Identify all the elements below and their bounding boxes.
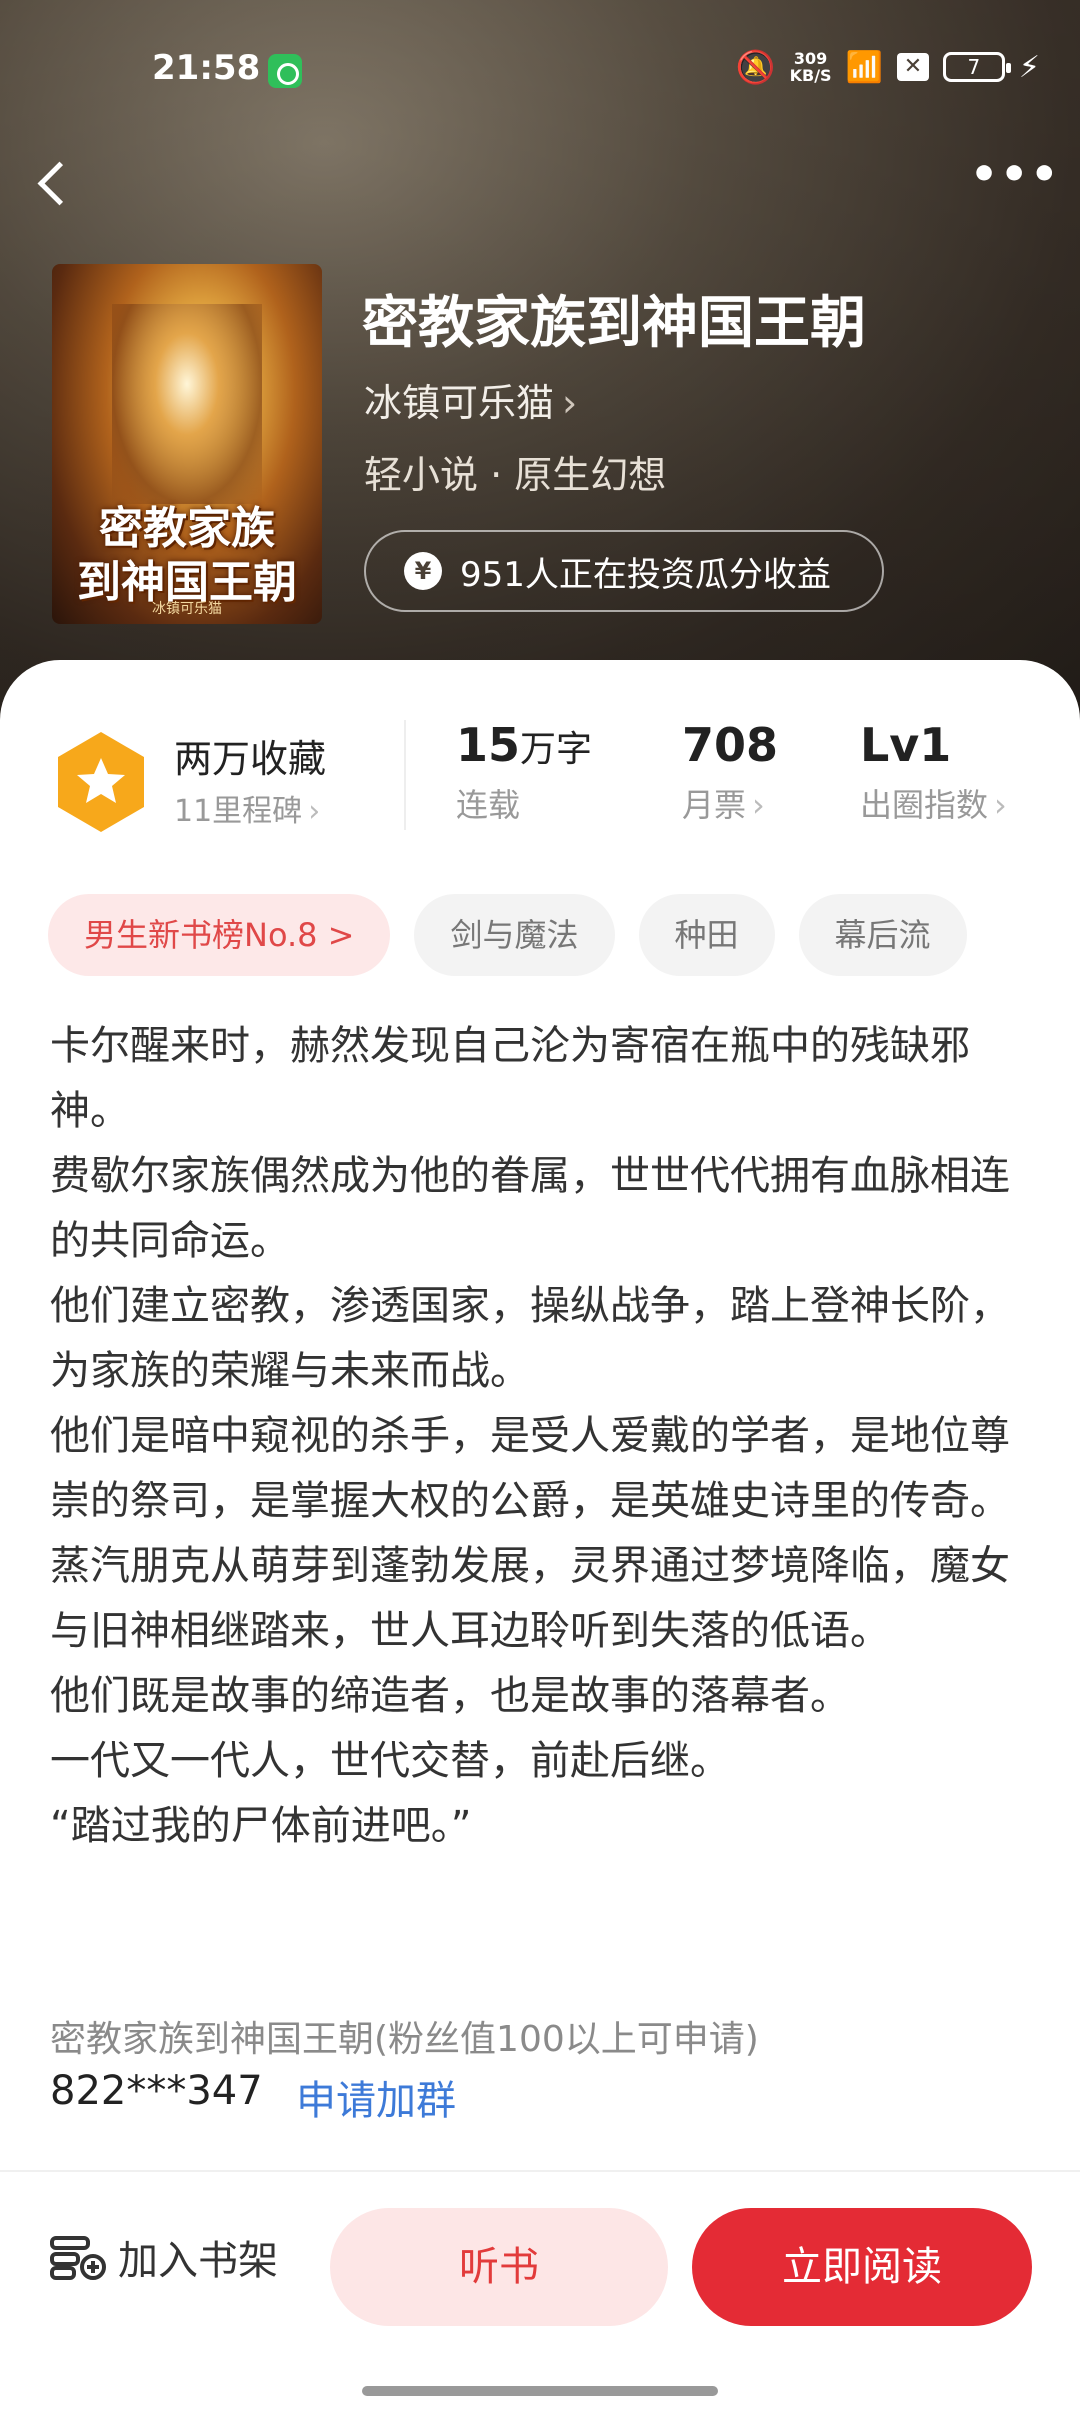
book-description: 卡尔醒来时，赫然发现自己沦为寄宿在瓶中的残缺邪神。 费歇尔家族偶然成为他的眷属，… xyxy=(50,1014,1010,1859)
book-cover[interactable]: 密教家族 到神国王朝 冰镇可乐猫 xyxy=(52,264,322,624)
read-now-button[interactable]: 立即阅读 xyxy=(692,2208,1032,2326)
monthly-votes: 708 xyxy=(682,718,779,772)
description-paragraph: 他们建立密教，渗透国家，操纵战争，踏上登神长阶，为家族的荣耀与未来而战。 xyxy=(50,1283,1010,1394)
chevron-right-icon: › xyxy=(562,381,578,425)
clock: 21:58 xyxy=(152,48,261,88)
bookshelf-add-icon xyxy=(50,2236,106,2280)
invest-label: 951人正在投资瓜分收益 xyxy=(460,554,831,595)
favorites-count: 两万收藏 xyxy=(174,737,327,781)
fan-group-id: 822***347 xyxy=(50,2068,263,2114)
fan-group-name: 密教家族到神国王朝(粉丝值100以上可申请) xyxy=(50,2019,759,2060)
wifi-icon: 📶 xyxy=(845,49,883,85)
monthly-votes-label: 月票 xyxy=(682,786,747,824)
battery-icon: 7 xyxy=(942,52,1011,82)
tag-item[interactable]: 剑与魔法 xyxy=(414,894,615,976)
network-speed: 309 KB/S xyxy=(789,49,832,85)
home-indicator[interactable] xyxy=(362,2386,718,2396)
stats-divider xyxy=(404,720,406,830)
level-label: 出圈指数 xyxy=(860,786,989,824)
description-paragraph: 卡尔醒来时，赫然发现自己沦为寄宿在瓶中的残缺邪神。 xyxy=(50,1023,970,1134)
listen-button[interactable]: 听书 xyxy=(330,2208,668,2326)
chevron-right-icon: › xyxy=(752,786,765,824)
back-button[interactable] xyxy=(30,150,80,220)
mute-icon: 🔕 xyxy=(735,48,776,86)
cover-author: 冰镇可乐猫 xyxy=(152,601,222,617)
milestone-link[interactable]: 11里程碑 › xyxy=(174,786,320,830)
star-badge-icon xyxy=(52,728,150,836)
rank-tag[interactable]: 男生新书榜No.8 > xyxy=(48,894,391,976)
book-title: 密教家族到神国王朝 xyxy=(362,291,866,356)
action-bar-divider xyxy=(0,2170,1080,2172)
tag-row: 男生新书榜No.8 > 剑与魔法 种田 幕后流 xyxy=(48,894,967,976)
notification-icon xyxy=(268,54,302,88)
more-options-icon[interactable]: ••• xyxy=(970,153,1058,210)
status-bar: 21:58 🔕 309 KB/S 📶 ✕ 7 ⚡ xyxy=(0,0,1080,140)
description-paragraph: 一代又一代人，世代交替，前赴后继。 xyxy=(50,1738,730,1784)
tag-item[interactable]: 幕后流 xyxy=(798,894,967,976)
description-paragraph: 他们既是故事的缔造者，也是故事的落幕者。 xyxy=(50,1673,850,1719)
description-paragraph: 费歇尔家族偶然成为他的眷属，世世代代拥有血脉相连的共同命运。 xyxy=(50,1153,1010,1264)
monthly-votes-stat[interactable]: 708 月票 › xyxy=(682,718,778,826)
add-to-shelf-button[interactable]: 加入书架 xyxy=(50,2228,278,2286)
detail-panel: 两万收藏 11里程碑 › 15万字 连载 708 月票 › Lv1 出圈指数 › 男生… xyxy=(0,660,1080,2412)
word-unit: 万字 xyxy=(520,729,593,770)
description-paragraph: 他们是暗中窥视的杀手，是受人爱戴的学者，是地位尊崇的祭司，是掌握大权的公爵，是英… xyxy=(50,1413,1010,1524)
chevron-right-icon: › xyxy=(994,786,1007,824)
join-group-link[interactable]: 申请加群 xyxy=(296,2068,456,2126)
popularity-stat[interactable]: Lv1 出圈指数 › xyxy=(860,718,1007,826)
serial-status: 连载 xyxy=(456,786,521,824)
invest-button[interactable]: ¥ 951人正在投资瓜分收益 xyxy=(364,530,884,612)
chevron-right-icon: › xyxy=(308,794,321,829)
description-paragraph: 蒸汽朋克从萌芽到蓬勃发展，灵界通过梦境降临，魔女与旧神相继踏来，世人耳边聆听到失… xyxy=(50,1543,1010,1654)
level: Lv1 xyxy=(860,718,952,772)
tag-item[interactable]: 种田 xyxy=(638,894,775,976)
add-to-shelf-label: 加入书架 xyxy=(118,2238,278,2284)
sim-off-icon: ✕ xyxy=(896,53,929,81)
author-name: 冰镇可乐猫 xyxy=(364,381,555,425)
word-count-stat: 15万字 连载 xyxy=(456,718,592,826)
description-paragraph: “踏过我的尸体前进吧。” xyxy=(50,1803,472,1849)
author-link[interactable]: 冰镇可乐猫 › xyxy=(364,372,577,427)
yen-coin-icon: ¥ xyxy=(404,552,442,590)
charging-icon: ⚡ xyxy=(1018,49,1040,85)
cover-art xyxy=(112,304,262,504)
word-count: 15 xyxy=(456,718,521,772)
book-genre: 轻小说 · 原生幻想 xyxy=(364,453,667,497)
